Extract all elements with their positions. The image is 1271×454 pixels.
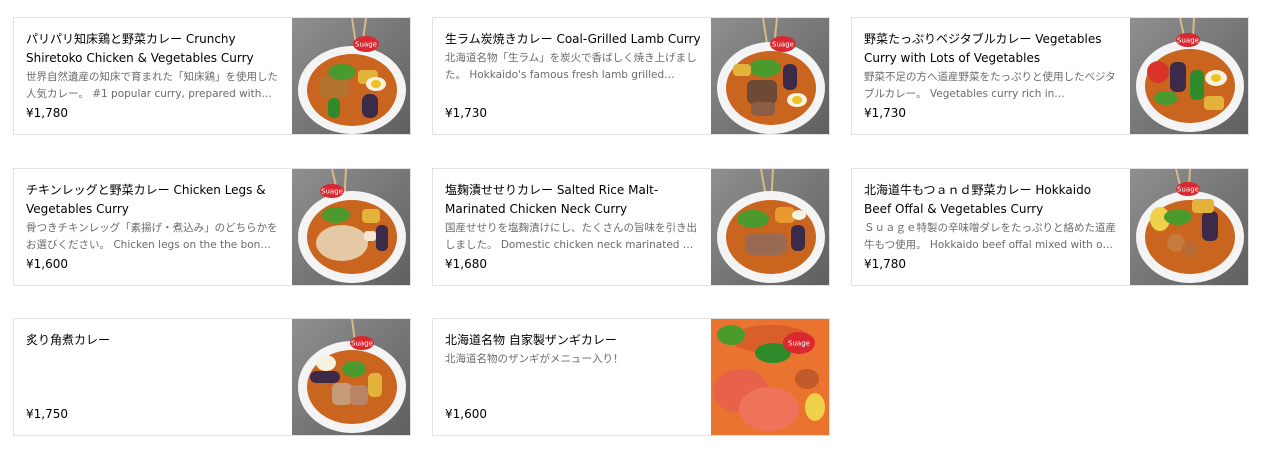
menu-item-card[interactable]: 北海道牛もつａｎｄ野菜カレー Hokkaido Beef Offal & Veg… [851, 168, 1249, 286]
soup-curry-chicken-photo: Suage [292, 18, 410, 134]
menu-item-card[interactable]: 炙り角煮カレー ¥1,750 Suage [13, 318, 411, 436]
menu-item-card[interactable]: 野菜たっぷりベジタブルカレー Vegetables Curry with Lot… [851, 17, 1249, 135]
menu-item-price: ¥1,730 [445, 106, 487, 120]
soup-curry-zangi-photo: Suage [711, 319, 829, 435]
bowl-logo-text: Suage [772, 41, 794, 49]
bowl-logo-text: Suage [1177, 37, 1199, 45]
menu-item-price: ¥1,730 [864, 106, 906, 120]
soup-curry-pork-belly-photo: Suage [292, 319, 410, 435]
bowl-logo-text: Suage [351, 340, 373, 348]
menu-item-price: ¥1,750 [26, 407, 68, 421]
menu-item-title: 野菜たっぷりベジタブルカレー Vegetables Curry with Lot… [864, 32, 1102, 65]
soup-curry-beef-offal-photo: Suage [1130, 169, 1248, 285]
menu-item-card[interactable]: 生ラム炭焼きカレー Coal-Grilled Lamb Curry 北海道名物「… [432, 17, 830, 135]
menu-item-price: ¥1,680 [445, 257, 487, 271]
bowl-logo-text: Suage [788, 340, 810, 348]
menu-item-description: 骨つきチキンレッグ「素揚げ・煮込み」のどちらかをお選びください。 Chicken… [26, 222, 278, 251]
bowl-logo-text: Suage [1177, 186, 1199, 194]
bowl-logo-text: Suage [355, 41, 377, 49]
soup-curry-lamb-photo: Suage [711, 18, 829, 134]
soup-curry-chicken-leg-photo: Suage [292, 169, 410, 285]
menu-item-title: パリパリ知床鶏と野菜カレー Crunchy Shiretoko Chicken … [26, 32, 254, 65]
menu-item-title: 北海道名物 自家製ザンギカレー [445, 333, 617, 347]
menu-item-description: 野菜不足の方へ道産野菜をたっぷりと使用したベジタブルカレー。 Vegetable… [864, 71, 1116, 100]
menu-item-card[interactable]: パリパリ知床鶏と野菜カレー Crunchy Shiretoko Chicken … [13, 17, 411, 135]
menu-item-description: 世界自然遺産の知床で育まれた「知床鶏」を使用した人気カレー。 #1 popula… [26, 71, 278, 100]
menu-item-card[interactable]: 北海道名物 自家製ザンギカレー 北海道名物のザンギがメニュー入り！ ¥1,600… [432, 318, 830, 436]
menu-item-title: 炙り角煮カレー [26, 333, 111, 347]
bowl-logo-text: Suage [321, 188, 343, 196]
menu-item-title: 塩麹漬せせりカレー Salted Rice Malt-Marinated Chi… [445, 183, 659, 216]
menu-item-title: チキンレッグと野菜カレー Chicken Legs & Vegetables C… [26, 183, 266, 216]
soup-curry-chicken-neck-photo [711, 169, 829, 285]
menu-item-price: ¥1,780 [864, 257, 906, 271]
menu-item-price: ¥1,780 [26, 106, 68, 120]
menu-item-price: ¥1,600 [26, 257, 68, 271]
menu-item-description: 北海道名物「生ラム」を炭火で香ばしく焼き上げました。 Hokkaido's fa… [445, 52, 697, 81]
menu-item-card[interactable]: チキンレッグと野菜カレー Chicken Legs & Vegetables C… [13, 168, 411, 286]
menu-item-description: 国産せせりを塩麹漬けにし、たくさんの旨味を引き出しました。 Domestic c… [445, 222, 697, 251]
soup-curry-vegetables-photo: Suage [1130, 18, 1248, 134]
menu-item-description: 北海道名物のザンギがメニュー入り！ [445, 353, 624, 365]
menu-item-title: 北海道牛もつａｎｄ野菜カレー Hokkaido Beef Offal & Veg… [864, 183, 1092, 216]
menu-item-title: 生ラム炭焼きカレー Coal-Grilled Lamb Curry [445, 32, 701, 46]
menu-item-description: Ｓｕａｇｅ特製の辛味噌ダレをたっぷりと絡めた道産牛もつ使用。 Hokkaido … [864, 222, 1116, 251]
menu-item-price: ¥1,600 [445, 407, 487, 421]
menu-item-card[interactable]: 塩麹漬せせりカレー Salted Rice Malt-Marinated Chi… [432, 168, 830, 286]
